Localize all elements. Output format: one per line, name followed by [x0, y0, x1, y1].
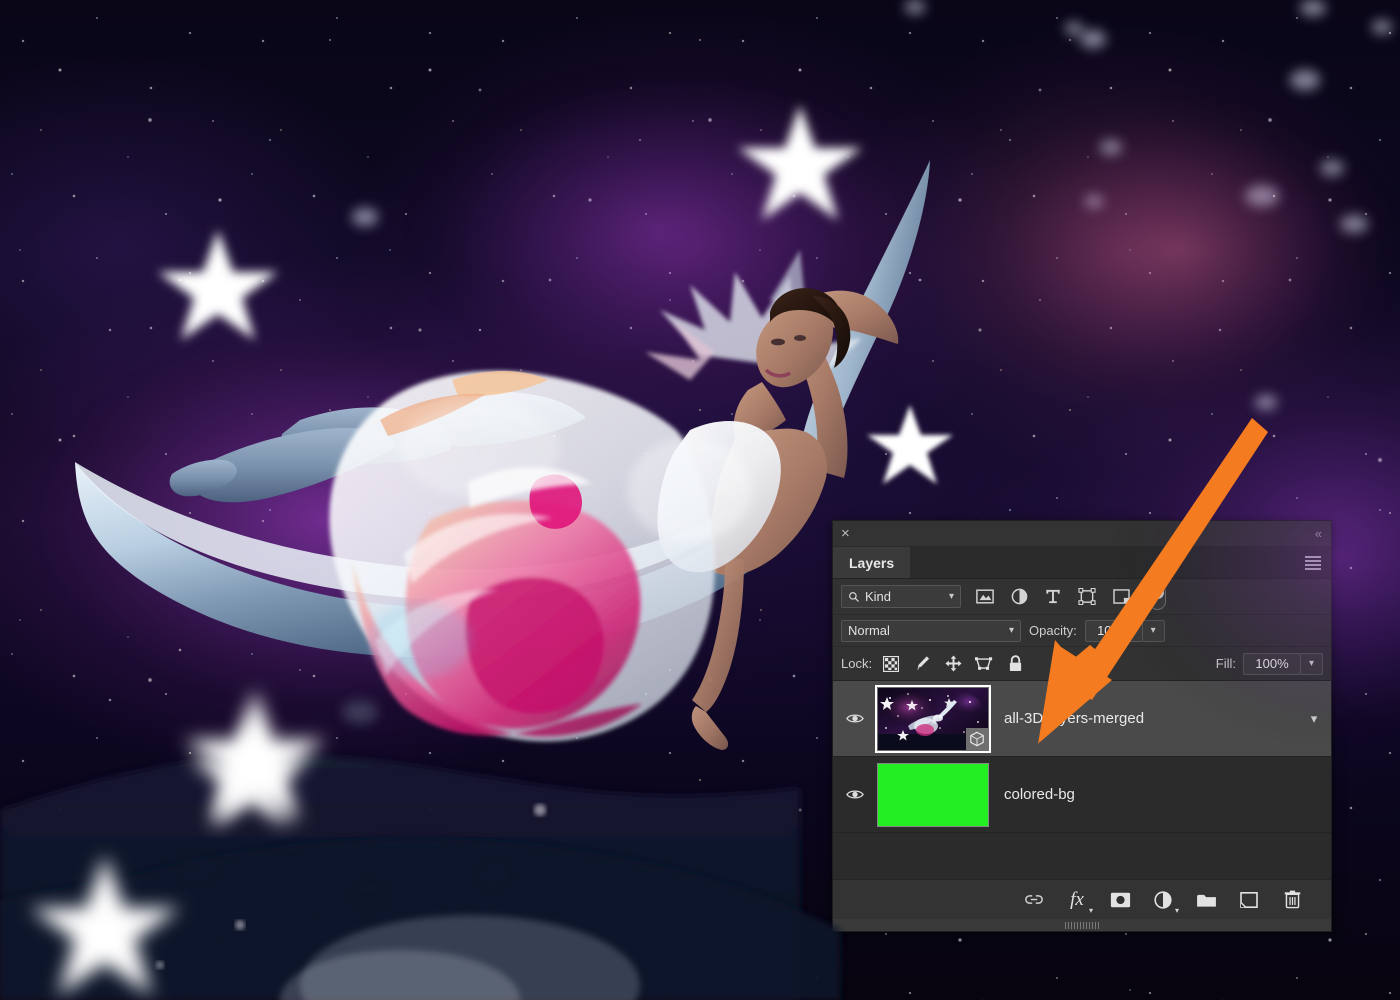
fill-dropdown-icon[interactable]: ▾: [1301, 652, 1323, 675]
fill-label: Fill:: [1215, 656, 1236, 671]
bokeh-blob: [180, 855, 214, 879]
grip-marks-icon: [1065, 921, 1099, 929]
opacity-dropdown-icon[interactable]: ▾: [1142, 619, 1165, 642]
layer-list: all-3D-layers-merged ▾ colored-bg: [833, 681, 1331, 879]
opacity-input[interactable]: 100%: [1084, 619, 1143, 642]
lock-icons: [882, 655, 1024, 673]
bokeh-blob: [480, 865, 508, 885]
lock-label: Lock:: [841, 656, 873, 671]
delete-layer-button[interactable]: [1281, 889, 1303, 911]
panel-menu-button[interactable]: [1305, 547, 1331, 578]
new-group-button[interactable]: [1195, 889, 1217, 911]
lock-image-pixels-icon[interactable]: [913, 655, 931, 673]
layer-expand-chevron-icon[interactable]: ▾: [1297, 711, 1331, 727]
lock-all-icon[interactable]: [1006, 655, 1024, 673]
blend-mode-row: Normal ▾ Opacity: 100% ▾: [833, 615, 1331, 647]
filter-adjustment-icon[interactable]: [1009, 587, 1029, 607]
bokeh-blob: [352, 208, 378, 226]
layer-visibility-toggle[interactable]: [833, 712, 877, 725]
chevron-down-icon: ▾: [1088, 905, 1093, 915]
bokeh-blob: [342, 700, 378, 724]
bokeh-blob: [905, 0, 925, 14]
filter-kind-label: Kind: [865, 589, 892, 604]
lock-position-icon[interactable]: [944, 655, 962, 673]
bokeh-blob: [1100, 140, 1122, 155]
bokeh-blob: [1290, 70, 1320, 90]
filter-type-icon[interactable]: [1043, 587, 1063, 607]
lock-row: Lock: Fill: 100% ▾: [833, 647, 1331, 681]
layer-row-all-3d-layers-merged[interactable]: all-3D-layers-merged ▾: [833, 681, 1331, 757]
layer-filter-row: Kind ▾: [833, 579, 1331, 615]
chevron-down-icon: ▾: [1174, 905, 1179, 915]
filter-kind-select[interactable]: Kind ▾: [841, 585, 961, 608]
filter-smart-object-icon[interactable]: [1111, 587, 1131, 607]
layer-thumbnail-wrap[interactable]: [877, 762, 989, 827]
3d-layer-badge-icon: [966, 727, 988, 750]
filter-shape-icon[interactable]: [1077, 587, 1097, 607]
layer-thumbnail-wrap[interactable]: [875, 684, 991, 753]
filter-pixel-icon[interactable]: [975, 587, 995, 607]
panel-menu-icon: [1305, 554, 1321, 572]
opacity-label: Opacity:: [1029, 623, 1077, 638]
bokeh-blob: [355, 885, 385, 907]
blend-mode-select[interactable]: Normal ▾: [841, 619, 1021, 642]
layer-thumbnail[interactable]: [877, 762, 989, 827]
collapse-panel-icon[interactable]: «: [1315, 526, 1322, 541]
bokeh-blob: [1372, 20, 1392, 34]
chevron-down-icon: ▾: [948, 591, 954, 602]
layer-name-label: colored-bg: [1004, 786, 1075, 803]
layer-visibility-toggle[interactable]: [833, 788, 877, 801]
filter-type-icons: [975, 587, 1131, 607]
layers-panel: × « Layers Kind ▾ Normal ▾ Opacity: 100%…: [832, 520, 1332, 932]
filter-enable-toggle[interactable]: [1149, 583, 1166, 610]
add-layer-style-button[interactable]: fx ▾: [1066, 889, 1093, 915]
new-layer-button[interactable]: [1238, 889, 1260, 911]
layer-name-label: all-3D-layers-merged: [1004, 710, 1145, 727]
bokeh-blob: [1065, 22, 1083, 35]
tab-filler: [910, 547, 966, 578]
screenshot-root: × « Layers Kind ▾ Normal ▾ Opacity: 100%…: [0, 0, 1400, 1000]
blend-mode-value: Normal: [848, 623, 890, 638]
panel-tabs: Layers: [833, 547, 966, 578]
panel-tab-row: Layers: [833, 547, 1331, 579]
bokeh-blob: [1080, 30, 1106, 48]
link-layers-button[interactable]: [1023, 889, 1045, 911]
chevron-down-icon: ▾: [1008, 625, 1014, 636]
bokeh-blob: [1245, 185, 1279, 207]
lock-artboard-nesting-icon[interactable]: [975, 655, 993, 673]
bokeh-blob: [1320, 160, 1344, 176]
layers-panel-bottom-bar: fx ▾ ▾: [833, 879, 1331, 919]
close-icon[interactable]: ×: [841, 526, 850, 541]
search-icon: [849, 591, 859, 602]
bokeh-blob: [1255, 395, 1277, 410]
new-fill-adjustment-layer-button[interactable]: ▾: [1152, 889, 1179, 915]
lock-transparent-pixels-icon[interactable]: [882, 655, 900, 673]
add-layer-mask-button[interactable]: [1109, 889, 1131, 911]
panel-resize-grip[interactable]: [833, 919, 1331, 931]
bokeh-blob: [255, 790, 281, 810]
layer-row-colored-bg[interactable]: colored-bg: [833, 757, 1331, 833]
panel-title-bar: × «: [833, 521, 1331, 547]
bokeh-blob: [1085, 195, 1103, 208]
bokeh-blob: [1300, 0, 1326, 16]
tab-layers[interactable]: Layers: [833, 547, 911, 578]
fill-input[interactable]: 100%: [1243, 652, 1301, 675]
bokeh-blob: [1340, 215, 1368, 233]
